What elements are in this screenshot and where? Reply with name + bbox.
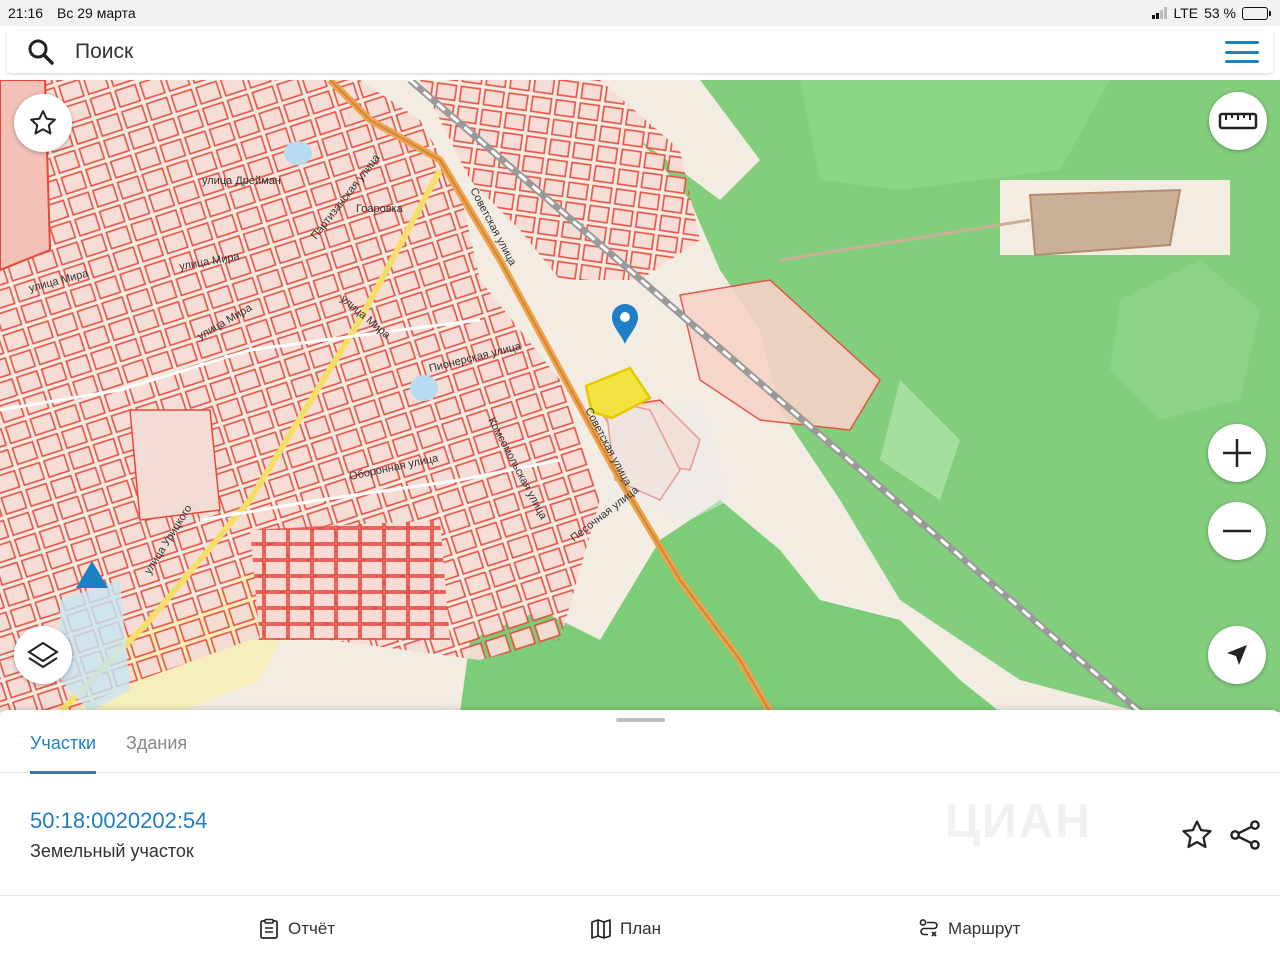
search-input[interactable]: Поиск xyxy=(75,40,133,64)
parcel-type: Земельный участок xyxy=(30,841,194,861)
route-label: Маршрут xyxy=(948,919,1021,938)
ruler-icon xyxy=(1218,112,1258,130)
map-canvas[interactable]: улица Дрейман Партизанская улица улица М… xyxy=(0,80,1280,712)
cadastral-number[interactable]: 50:18:0020202:54 xyxy=(30,808,207,834)
street-label: улица Дрейман xyxy=(202,175,281,187)
report-label: Отчёт xyxy=(288,919,336,938)
star-icon xyxy=(30,110,56,135)
my-location-button[interactable] xyxy=(1208,626,1266,684)
plus-icon xyxy=(1223,439,1251,467)
search-icon xyxy=(28,39,54,65)
tab-parcels[interactable]: Участки xyxy=(30,724,96,774)
status-bar: 21:16 Вс 29 марта LTE 53 % xyxy=(0,0,1280,26)
star-icon[interactable] xyxy=(1180,818,1214,852)
battery-icon xyxy=(1242,6,1271,20)
status-date: Вс 29 марта xyxy=(57,5,136,21)
parcel-card[interactable]: ЦИАН 50:18:0020202:54 Земельный участок xyxy=(0,774,1280,896)
status-network: LTE xyxy=(1173,5,1199,21)
street-label: Гоаровка xyxy=(356,203,404,215)
bottom-action-bar: Отчёт План Маршрут xyxy=(0,896,1280,960)
clipboard-icon xyxy=(260,918,278,939)
search-bar[interactable]: Поиск xyxy=(7,31,1273,73)
navigation-arrow-icon xyxy=(1227,645,1247,665)
layers-button[interactable] xyxy=(14,626,72,684)
layers-icon xyxy=(27,641,59,669)
route-icon xyxy=(919,919,938,937)
plan-button[interactable]: План xyxy=(590,918,661,940)
sheet-handle[interactable] xyxy=(616,718,665,722)
zoom-out-button[interactable] xyxy=(1208,502,1266,560)
map-view[interactable]: улица Дрейман Партизанская улица улица М… xyxy=(0,80,1280,712)
tabs: Участки Здания xyxy=(0,724,1280,774)
favorites-button[interactable] xyxy=(14,94,72,152)
minus-icon xyxy=(1223,529,1251,533)
tab-buildings[interactable]: Здания xyxy=(126,724,187,773)
signal-icon xyxy=(1152,7,1168,19)
status-battery: 53 % xyxy=(1204,5,1236,21)
status-time: 21:16 xyxy=(8,5,44,21)
plan-label: План xyxy=(620,919,661,938)
cian-watermark: ЦИАН xyxy=(945,795,1092,848)
map-icon xyxy=(591,919,611,939)
report-button[interactable]: Отчёт xyxy=(258,918,335,940)
zoom-in-button[interactable] xyxy=(1208,424,1266,482)
route-button[interactable]: Маршрут xyxy=(918,918,1020,940)
menu-icon[interactable] xyxy=(1225,39,1259,65)
share-icon[interactable] xyxy=(1228,818,1262,852)
ruler-button[interactable] xyxy=(1209,92,1267,150)
bottom-sheet[interactable]: Участки Здания ЦИАН 50:18:0020202:54 Зем… xyxy=(0,710,1280,960)
